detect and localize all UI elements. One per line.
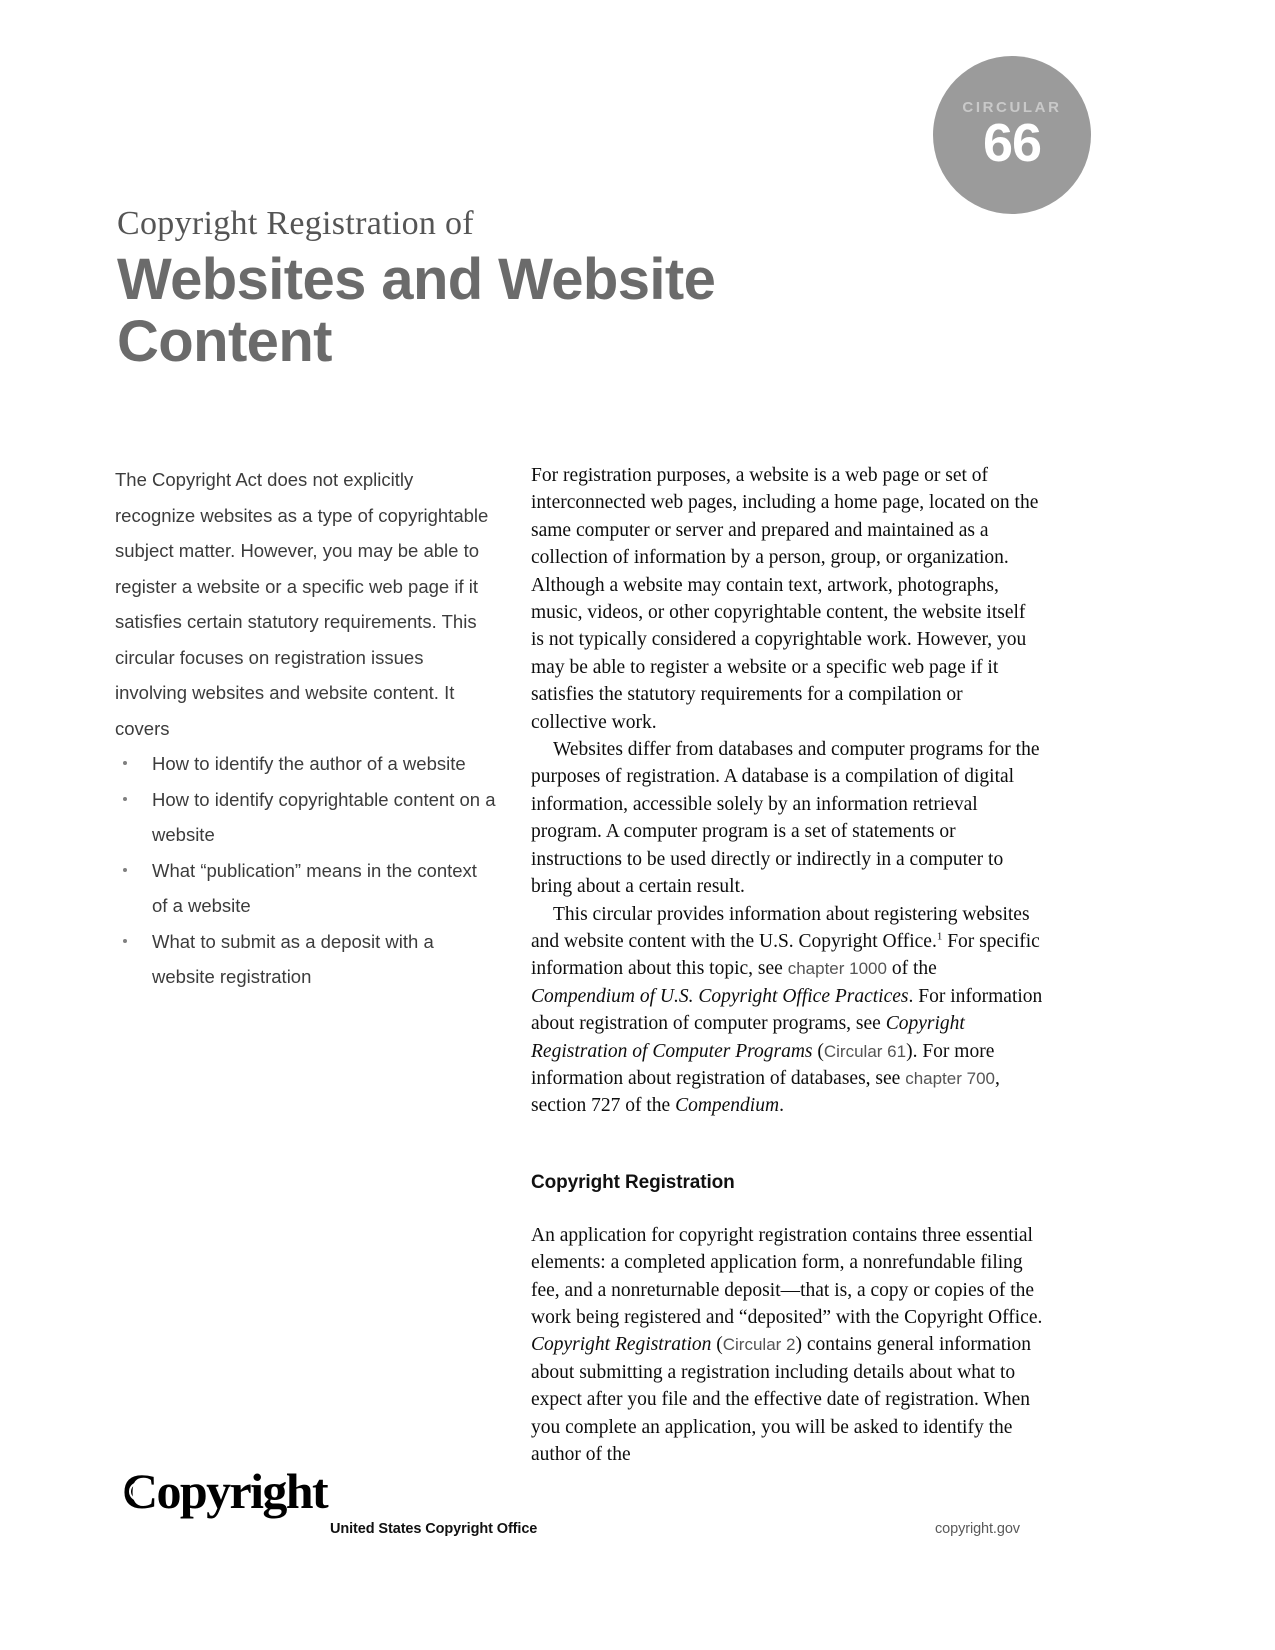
intro-paragraph: The Copyright Act does not explicitly re…: [115, 469, 489, 739]
paragraph-text: of the: [886, 958, 937, 980]
footer-url[interactable]: copyright.gov: [935, 1521, 1020, 1537]
link-circular-2[interactable]: Circular 2: [723, 1335, 796, 1354]
title-main-line-2: Content: [117, 309, 332, 375]
paragraph-application-elements: An application for copyright registratio…: [531, 1222, 1043, 1469]
title-kicker: Copyright Registration of: [117, 205, 474, 242]
paragraph-databases-programs: Websites differ from databases and compu…: [531, 739, 1040, 898]
link-chapter-1000[interactable]: chapter 1000: [788, 959, 887, 978]
logo-wordmark: opyright: [156, 1463, 329, 1519]
circular-badge-number: 66: [982, 113, 1042, 174]
list-item-label: How to identify the author of a website: [152, 753, 466, 774]
list-item: How to identify copyrightable content on…: [115, 782, 497, 853]
list-item-label: How to identify copyrightable content on…: [152, 788, 496, 846]
title-main-line-1: Websites and Website: [117, 247, 716, 313]
page-title: Copyright Registration of Websites and W…: [117, 205, 977, 373]
list-item: What to submit as a deposit with a websi…: [115, 924, 497, 995]
bullet-dot-icon: [123, 796, 127, 801]
title-compendium: Compendium of U.S. Copyright Office Prac…: [531, 985, 909, 1007]
title-main: Websites and Website Content: [117, 249, 977, 373]
logo-c-glyph: C: [122, 1463, 158, 1519]
link-circular-61[interactable]: Circular 61: [824, 1042, 906, 1061]
paragraph-text: .: [779, 1095, 784, 1117]
paragraph-text: An application for copyright registratio…: [531, 1224, 1043, 1328]
section-heading-copyright-registration: Copyright Registration: [531, 1171, 735, 1193]
paragraph-circular-scope: This circular provides information about…: [531, 901, 1043, 1120]
link-chapter-700[interactable]: chapter 700: [905, 1069, 995, 1088]
title-copyright-registration: Copyright Registration: [531, 1334, 712, 1356]
paragraph-text: (: [711, 1334, 723, 1356]
circular-badge: CIRCULAR 66: [933, 56, 1091, 214]
paragraph-text: (: [812, 1040, 824, 1062]
list-item-label: What to submit as a deposit with a websi…: [152, 930, 434, 988]
list-item: What “publication” means in the context …: [115, 853, 497, 924]
bullet-dot-icon: [123, 938, 127, 943]
list-item: How to identify the author of a website: [115, 746, 497, 782]
left-column: The Copyright Act does not explicitly re…: [115, 462, 497, 995]
copyright-ring-icon: [129, 1482, 148, 1501]
coverage-bullet-list: How to identify the author of a website …: [115, 746, 497, 995]
list-item-label: What “publication” means in the context …: [152, 859, 477, 917]
title-compendium-short: Compendium: [675, 1095, 780, 1117]
paragraph-website-definition: For registration purposes, a website is …: [531, 465, 1039, 733]
bullet-dot-icon: [123, 761, 127, 765]
bullet-dot-icon: [123, 867, 127, 872]
footer-office-name: United States Copyright Office: [330, 1521, 538, 1537]
copyright-office-logo: Copyright: [122, 1463, 329, 1519]
right-column: For registration purposes, a website is …: [531, 462, 1043, 1468]
